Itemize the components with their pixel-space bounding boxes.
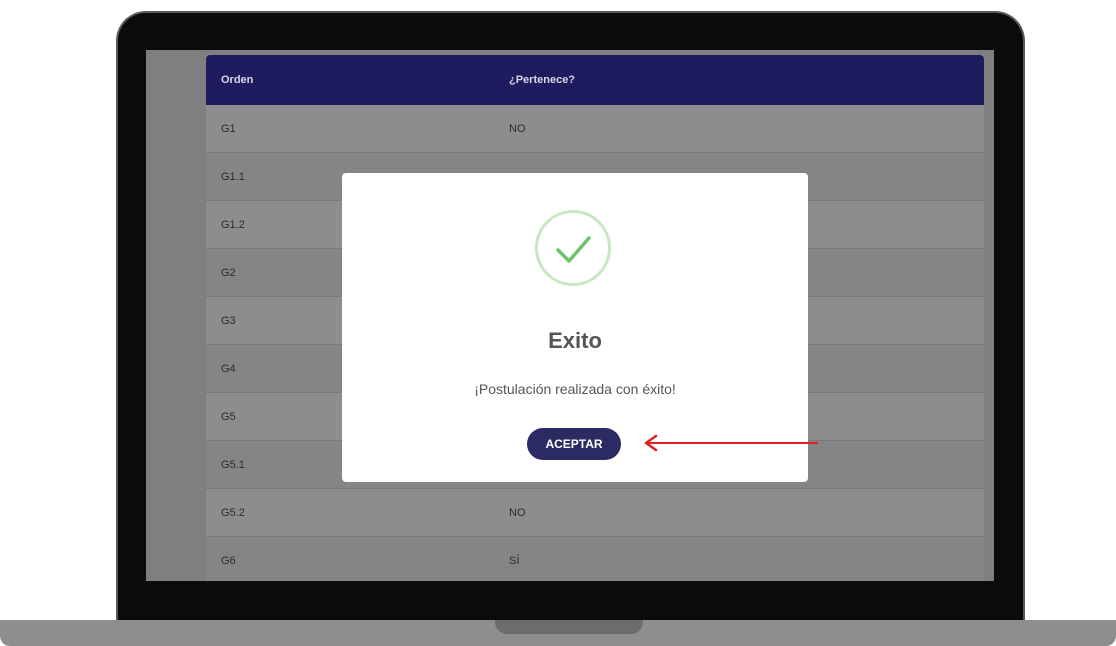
table-row: G5.2 NO <box>206 489 984 537</box>
table-row: G1 NO <box>206 105 984 153</box>
column-header-orden: Orden <box>221 74 254 86</box>
laptop-notch <box>495 620 643 634</box>
cell-orden: G1.1 <box>221 171 245 183</box>
cell-orden: G6 <box>221 555 236 567</box>
column-header-pertenece: ¿Pertenece? <box>509 74 576 86</box>
stage: Orden ¿Pertenece? G1 NO G1.1 G1.2 G2 G3 … <box>0 0 1116 646</box>
cell-orden: G3 <box>221 315 236 327</box>
modal-title: Exito <box>548 328 602 353</box>
modal-message: ¡Postulación realizada con éxito! <box>474 381 676 397</box>
cell-pertenece: SÍ <box>509 555 520 567</box>
cell-pertenece: NO <box>509 123 526 135</box>
cell-orden: G5.1 <box>221 459 245 471</box>
cell-orden: G5 <box>221 411 236 423</box>
table-header: Orden ¿Pertenece? <box>206 55 984 105</box>
table-row: G6 SÍ <box>206 537 984 581</box>
success-check-icon <box>535 210 611 286</box>
cell-pertenece: NO <box>509 507 526 519</box>
cell-orden: G1.2 <box>221 219 245 231</box>
accept-button[interactable]: ACEPTAR <box>527 428 621 460</box>
annotation-arrow-icon <box>644 434 818 452</box>
cell-orden: G2 <box>221 267 236 279</box>
cell-orden: G5.2 <box>221 507 245 519</box>
cell-orden: G4 <box>221 363 236 375</box>
cell-orden: G1 <box>221 123 236 135</box>
check-icon <box>556 236 591 263</box>
